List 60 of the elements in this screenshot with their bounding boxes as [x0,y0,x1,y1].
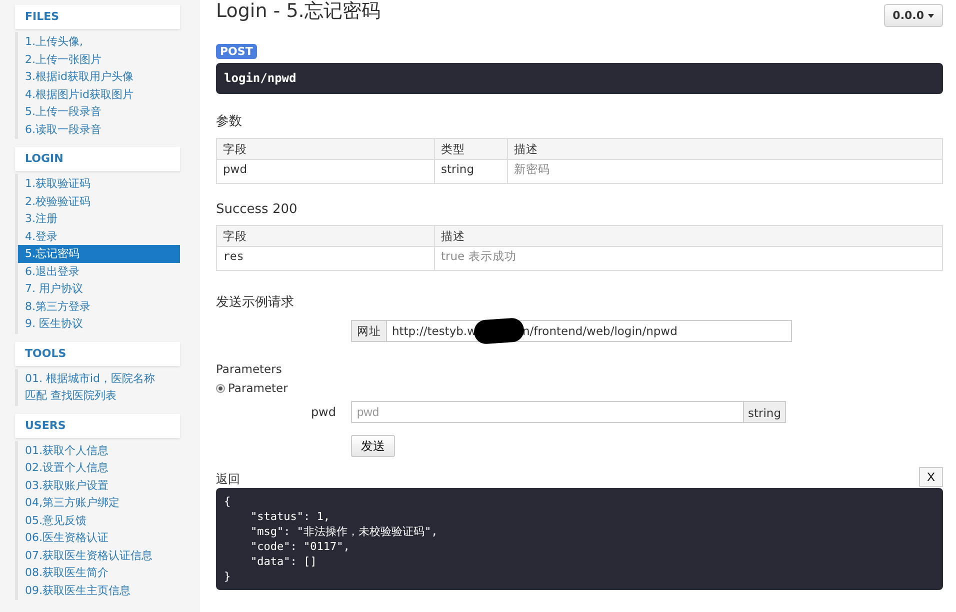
column-header: 字段 [216,138,434,160]
section-heading: Success 200 [216,202,298,217]
endpoint-path: login/npwd [216,63,943,94]
sidebar-item[interactable]: 1.获取验证码 [18,175,180,192]
response-code: { "status": 1, "msg": "非法操作，未校验验证码", "code": "0117", "data": [] } [216,488,943,590]
url-label: 网址 [351,320,387,342]
column-header: 描述 [508,138,942,160]
type-label: string [744,401,786,423]
column-header: 描述 [434,226,942,246]
sidebar-item[interactable]: 8.第三方登录 [18,298,180,315]
sidebar-item[interactable]: 2.上传一张图片 [18,50,180,68]
page-title: Login - 5.忘记密码 [216,0,380,22]
sidebar-item[interactable]: 7. 用户协议 [18,280,180,298]
section-heading: 发送示例请求 [216,294,295,311]
sidebar-item[interactable]: 2.校验验证码 [18,192,180,210]
table-cell: true 表示成功 [434,246,942,270]
section-heading: 参数 [216,113,243,130]
sidebar-section-title: USERS [15,414,180,438]
sidebar-item[interactable]: 3.注册 [18,210,180,228]
sidebar-item[interactable]: 01.获取个人信息 [18,442,180,459]
url-field[interactable]: http://testyb.w n/frontend/web/login/npwd [387,320,792,342]
sidebar-item[interactable]: 04,第三方账户绑定 [18,494,180,512]
column-header: 类型 [434,138,508,160]
table-cell: string [434,160,508,184]
sidebar-item[interactable]: 4.登录 [18,228,180,245]
sidebar-item[interactable]: 5.忘记密码 [18,245,180,262]
caret-icon [928,14,934,18]
section-heading: 返回 [216,471,240,488]
sidebar-item[interactable]: 03.获取账户设置 [18,476,180,494]
sidebar-item[interactable]: 6.读取一段录音 [18,120,180,138]
sidebar-item[interactable]: 5.上传一段录音 [18,103,180,120]
sidebar-item[interactable]: 3.根据id获取用户头像 [18,68,180,86]
close-button[interactable]: X [919,467,943,487]
table-cell: 新密码 [508,160,942,184]
sidebar-item[interactable]: 4.根据图片id获取图片 [18,86,180,103]
table-cell: pwd [216,160,434,184]
sidebar-item[interactable]: 07.获取医生资格认证信息 [18,546,180,564]
send-button[interactable]: 发送 [351,435,395,457]
column-header: 字段 [216,226,434,246]
sidebar-section-title: TOOLS [15,342,180,366]
parameter-radio[interactable]: Parameter [216,381,943,395]
input-field[interactable]: pwd [351,401,744,423]
sidebar-item[interactable]: 08.获取医生简介 [18,564,180,582]
sidebar-item[interactable]: 6.退出登录 [18,262,180,280]
section-heading: Parameters [216,362,283,376]
field-label: pwd [310,405,337,419]
sidebar-item[interactable]: 9. 医生协议 [18,315,180,332]
redaction-blob [474,317,526,345]
sidebar-item[interactable]: 05.意见反馈 [18,512,180,529]
sidebar-item[interactable]: 06.医生资格认证 [18,529,180,546]
sidebar-item[interactable]: 1.上传头像, [18,33,180,50]
sidebar-item[interactable]: 02.设置个人信息 [18,459,180,476]
sidebar-section-title: FILES [15,5,180,29]
sidebar-section-title: LOGIN [15,147,180,171]
sidebar-item[interactable]: 01. 根据城市id，医院名称匹配 查找医院列表 [18,370,180,404]
sidebar-item[interactable]: 09.获取医生主页信息 [18,582,180,599]
radio-label: Parameter [228,381,288,395]
table-cell: res [216,246,434,270]
version-dropdown[interactable]: 0.0.0 [884,4,943,27]
method-badge: POST [216,44,257,59]
